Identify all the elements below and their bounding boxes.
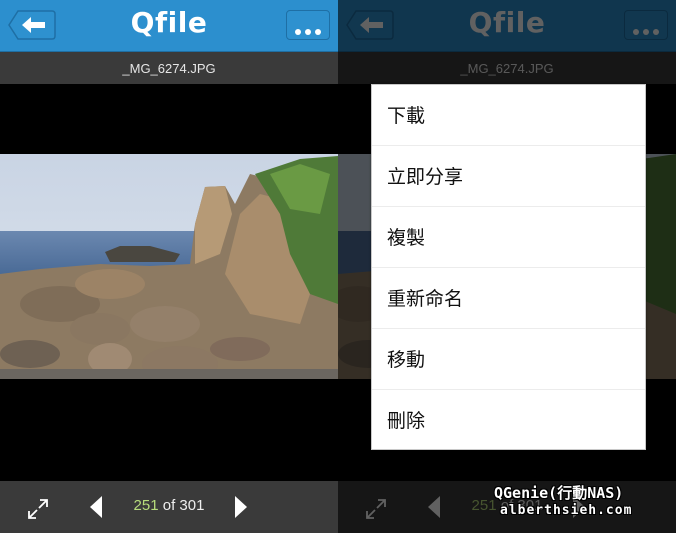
- of-label: of: [162, 497, 176, 514]
- watermark-line-1: QGenie(行動NAS): [494, 484, 624, 502]
- context-menu: 下載 立即分享 複製 重新命名 移動 刪除: [371, 84, 646, 450]
- file-name-label: _MG_6274.JPG: [0, 52, 338, 84]
- menu-item-delete[interactable]: 刪除: [372, 390, 645, 451]
- current-index: 251: [133, 497, 159, 514]
- watermark: QGenie(行動NAS) alberthsieh.com: [494, 484, 674, 520]
- page-counter: 251 of 301: [0, 497, 338, 514]
- menu-item-rename[interactable]: 重新命名: [372, 268, 645, 329]
- app-bar: Qfile: [0, 0, 338, 52]
- more-dots-icon: [287, 20, 329, 39]
- watermark-line-2: alberthsieh.com: [500, 503, 633, 518]
- bottom-toolbar: 251 of 301: [0, 481, 338, 533]
- menu-item-copy[interactable]: 複製: [372, 207, 645, 268]
- viewer-panel-menu-open: Qfile _MG_6274.JPG 251 of 301: [338, 0, 676, 533]
- menu-item-move[interactable]: 移動: [372, 329, 645, 390]
- viewer-panel-normal: Qfile _MG_6274.JPG 251 of 301: [0, 0, 338, 533]
- photo-image[interactable]: [0, 154, 338, 379]
- total-count: 301: [179, 497, 205, 514]
- more-options-button[interactable]: [286, 10, 330, 40]
- menu-item-download[interactable]: 下載: [372, 85, 645, 146]
- next-triangle-icon: [235, 496, 247, 518]
- next-button[interactable]: [233, 495, 249, 519]
- menu-item-share-now[interactable]: 立即分享: [372, 146, 645, 207]
